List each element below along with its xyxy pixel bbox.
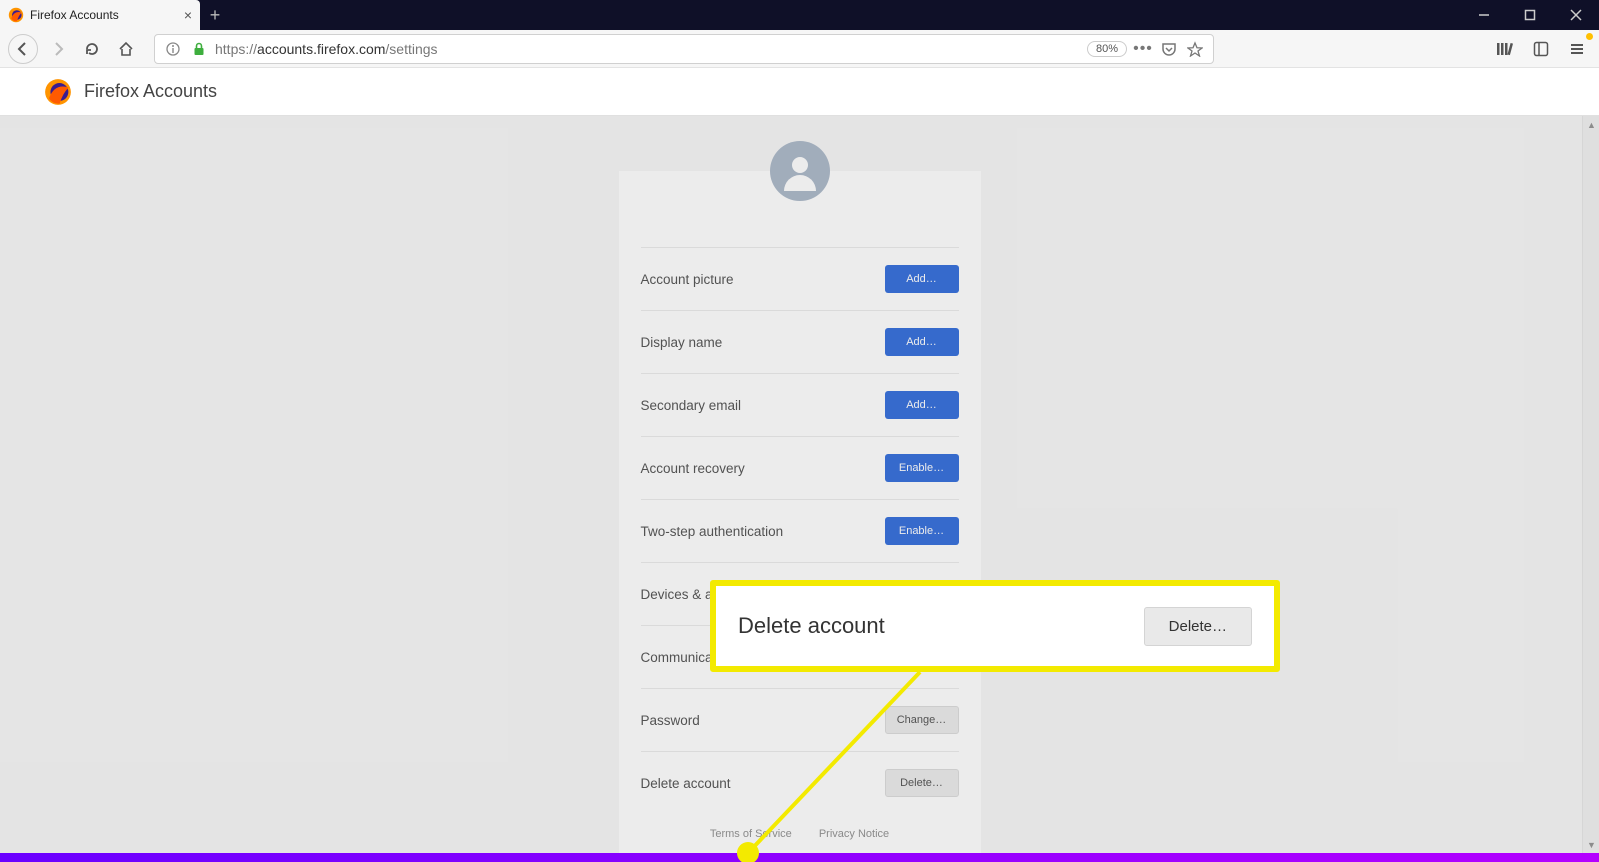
tab-close-icon[interactable]: × [184, 7, 192, 23]
settings-row-label: Display name [641, 335, 723, 350]
settings-row-button[interactable]: Enable… [885, 454, 959, 482]
back-button[interactable] [8, 34, 38, 64]
page-title: Firefox Accounts [84, 81, 217, 102]
browser-toolbar: https://accounts.firefox.com/settings 80… [0, 30, 1599, 68]
vertical-scrollbar[interactable]: ▲ ▼ [1582, 116, 1599, 853]
settings-row-button[interactable]: Change… [885, 706, 959, 734]
hamburger-menu-icon[interactable] [1563, 35, 1591, 63]
url-text: https://accounts.firefox.com/settings [215, 41, 1081, 57]
settings-row-button[interactable]: Add… [885, 265, 959, 293]
settings-row-button[interactable]: Delete… [885, 769, 959, 797]
settings-row: Account recovery Enable… [641, 436, 959, 499]
avatar-icon[interactable] [770, 141, 830, 201]
settings-row: Delete account Delete… [641, 751, 959, 814]
settings-row: Display name Add… [641, 310, 959, 373]
pocket-icon[interactable] [1159, 41, 1179, 57]
page-content: ▲ ▼ Account pictureAdd…Display nameAdd…S… [0, 116, 1599, 853]
library-icon[interactable] [1491, 35, 1519, 63]
reload-button[interactable] [78, 35, 106, 63]
zoom-badge[interactable]: 80% [1087, 41, 1127, 57]
browser-tab[interactable]: Firefox Accounts × [0, 0, 200, 30]
settings-row-button[interactable]: Add… [885, 328, 959, 356]
page-header: Firefox Accounts [0, 68, 1599, 116]
settings-row: Password Change… [641, 688, 959, 751]
settings-row-label: Secondary email [641, 398, 742, 413]
footer-links: Terms of Service Privacy Notice [641, 828, 959, 840]
page-actions-icon[interactable]: ••• [1133, 40, 1153, 58]
tab-title: Firefox Accounts [30, 8, 178, 22]
window-controls [1461, 0, 1599, 30]
close-window-button[interactable] [1553, 0, 1599, 30]
bookmark-star-icon[interactable] [1185, 41, 1205, 57]
home-button[interactable] [112, 35, 140, 63]
privacy-link[interactable]: Privacy Notice [819, 828, 889, 840]
settings-row: Secondary email Add… [641, 373, 959, 436]
maximize-button[interactable] [1507, 0, 1553, 30]
url-bar[interactable]: https://accounts.firefox.com/settings 80… [154, 34, 1214, 64]
scroll-down-icon[interactable]: ▼ [1583, 836, 1599, 853]
settings-row-label: Account recovery [641, 461, 745, 476]
new-tab-button[interactable]: + [200, 0, 230, 30]
site-info-icon[interactable] [163, 42, 183, 56]
settings-row-label: Account picture [641, 272, 734, 287]
minimize-button[interactable] [1461, 0, 1507, 30]
window-titlebar: Firefox Accounts × + [0, 0, 1599, 30]
lock-icon[interactable] [189, 42, 209, 56]
firefox-logo-icon [44, 78, 72, 106]
callout-delete-button[interactable]: Delete… [1144, 607, 1252, 646]
settings-row-button[interactable]: Add… [885, 391, 959, 419]
settings-row-label: Delete account [641, 776, 731, 791]
settings-row: Two-step authentication Enable… [641, 499, 959, 562]
settings-row-button[interactable]: Enable… [885, 517, 959, 545]
callout-label: Delete account [738, 613, 885, 639]
settings-row-label: Two-step authentication [641, 524, 784, 539]
settings-row: Account picture Add… [641, 247, 959, 310]
sidebar-icon[interactable] [1527, 35, 1555, 63]
forward-button[interactable] [44, 35, 72, 63]
settings-row-label: Password [641, 713, 700, 728]
settings-panel: Account pictureAdd…Display nameAdd…Secon… [619, 171, 981, 853]
scroll-up-icon[interactable]: ▲ [1583, 116, 1599, 133]
bottom-accent-bar [0, 853, 1599, 862]
delete-account-callout: Delete account Delete… [710, 580, 1280, 672]
firefox-favicon-icon [8, 7, 24, 23]
terms-link[interactable]: Terms of Service [710, 828, 792, 840]
